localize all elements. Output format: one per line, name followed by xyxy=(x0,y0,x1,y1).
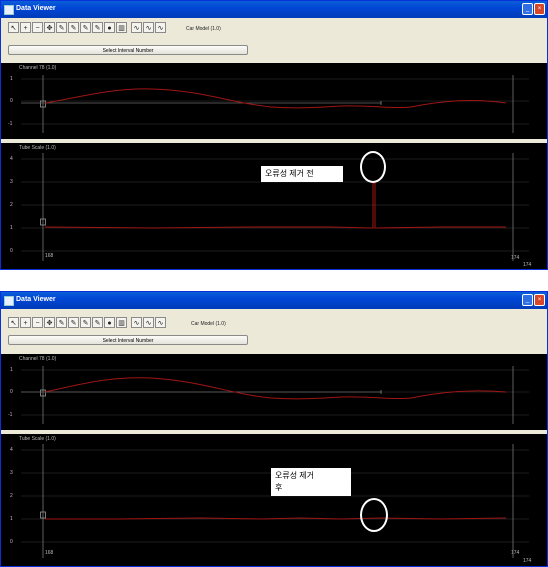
window-title: Data Viewer xyxy=(16,296,56,303)
close-button[interactable]: × xyxy=(534,3,545,15)
cursor-icon[interactable]: ↖ xyxy=(8,22,19,33)
signal-trace xyxy=(44,377,507,400)
data-viewer-window-before: Data Viewer _ × ↖ + − ✥ ✎ ✎ ✎ ✎ ● ▥ ∿ ∿ … xyxy=(0,0,548,270)
signal-trace xyxy=(44,88,507,109)
scale-label: Car Model (1.0) xyxy=(186,26,221,32)
annotation-after-removal: 오류성 제거 후 xyxy=(271,468,351,496)
signal-plot xyxy=(21,366,529,424)
pen-icon[interactable]: ✎ xyxy=(68,317,79,328)
app-icon xyxy=(4,296,14,306)
scale-label: Car Model (1.0) xyxy=(191,321,226,327)
select-interval-button[interactable]: Select Interval Number xyxy=(8,335,248,345)
highlight-circle xyxy=(360,498,388,532)
title-bar: Data Viewer _ × xyxy=(1,292,547,309)
annotation-line: 후 xyxy=(275,483,283,492)
pan-icon[interactable]: ✥ xyxy=(44,317,55,328)
signal-plot-panel[interactable]: Channel 78 (1.0) 1 0 -1 xyxy=(1,63,547,139)
window-title: Data Viewer xyxy=(16,5,56,12)
minimize-button[interactable]: _ xyxy=(522,3,533,15)
chart-icon[interactable]: ▥ xyxy=(116,317,127,328)
pen-icon[interactable]: ✎ xyxy=(80,317,91,328)
zoom-out-icon[interactable]: − xyxy=(32,22,43,33)
wave-icon[interactable]: ∿ xyxy=(143,22,154,33)
marker-icon[interactable]: ● xyxy=(104,317,115,328)
wave-icon[interactable]: ∿ xyxy=(131,317,142,328)
tube-scale-plot-panel[interactable]: Tube Scale (1.0) 4 3 2 1 0 168 174 174 오… xyxy=(1,143,547,269)
zoom-in-icon[interactable]: + xyxy=(20,22,31,33)
signal-plot xyxy=(21,75,529,133)
signal-plot-panel[interactable]: Channel 78 (1.0) 1 0 -1 xyxy=(1,354,547,430)
pen-icon[interactable]: ✎ xyxy=(92,317,103,328)
tube-scale-plot xyxy=(21,153,529,261)
artifact-spike xyxy=(371,182,506,229)
pen-icon[interactable]: ✎ xyxy=(56,317,67,328)
wave-icon[interactable]: ∿ xyxy=(131,22,142,33)
pan-icon[interactable]: ✥ xyxy=(44,22,55,33)
tube-scale-plot-panel[interactable]: Tube Scale (1.0) 4 3 2 1 0 168 174 174 오… xyxy=(1,434,547,566)
annotation-before-removal: 오류성 제거 전 xyxy=(261,166,343,182)
close-button[interactable]: × xyxy=(534,294,545,306)
wave-icon[interactable]: ∿ xyxy=(155,22,166,33)
cursor-icon[interactable]: ↖ xyxy=(8,317,19,328)
pen-icon[interactable]: ✎ xyxy=(92,22,103,33)
highlight-circle xyxy=(360,151,386,183)
data-viewer-window-after: Data Viewer _ × ↖ + − ✥ ✎ ✎ ✎ ✎ ● ▥ ∿ ∿ … xyxy=(0,291,548,567)
tube-scale-plot xyxy=(21,444,529,558)
toolbar: ↖ + − ✥ ✎ ✎ ✎ ✎ ● ▥ ∿ ∿ ∿ xyxy=(8,22,166,34)
signal-trace xyxy=(45,517,507,520)
chart-icon[interactable]: ▥ xyxy=(116,22,127,33)
app-icon xyxy=(4,5,14,15)
zoom-out-icon[interactable]: − xyxy=(32,317,43,328)
wave-icon[interactable]: ∿ xyxy=(143,317,154,328)
pen-icon[interactable]: ✎ xyxy=(68,22,79,33)
wave-icon[interactable]: ∿ xyxy=(155,317,166,328)
zoom-in-icon[interactable]: + xyxy=(20,317,31,328)
marker-icon[interactable]: ● xyxy=(104,22,115,33)
pen-icon[interactable]: ✎ xyxy=(56,22,67,33)
select-interval-button[interactable]: Select Interval Number xyxy=(8,45,248,55)
annotation-line: 오류성 제거 xyxy=(275,471,315,480)
title-bar: Data Viewer _ × xyxy=(1,1,547,18)
toolbar: ↖ + − ✥ ✎ ✎ ✎ ✎ ● ▥ ∿ ∿ ∿ xyxy=(8,317,166,329)
pen-icon[interactable]: ✎ xyxy=(80,22,91,33)
minimize-button[interactable]: _ xyxy=(522,294,533,306)
